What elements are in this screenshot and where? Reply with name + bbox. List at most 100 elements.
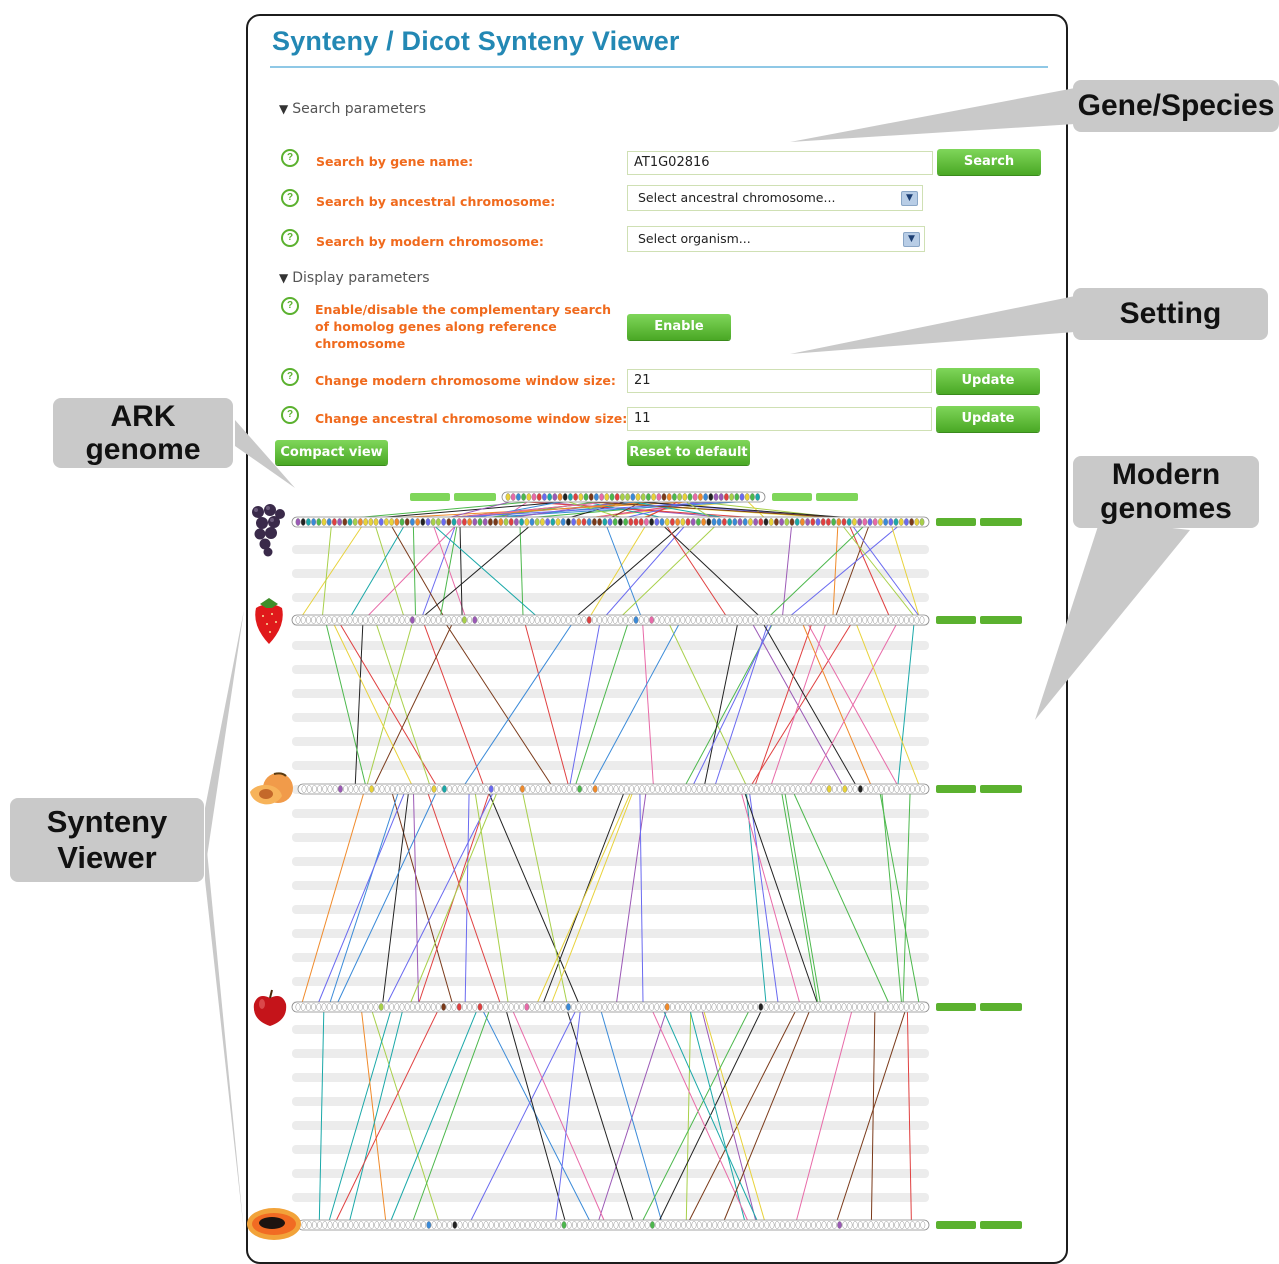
- gene-marker: [837, 1221, 842, 1229]
- synteny-link: [723, 1010, 810, 1222]
- gene-marker: [753, 518, 758, 526]
- gene-marker: [555, 518, 561, 526]
- gene-marker: [701, 616, 706, 624]
- gene-marker: [728, 1221, 733, 1229]
- gene-marker: [904, 785, 910, 793]
- gene-marker: [514, 1221, 520, 1229]
- gene-marker: [894, 785, 900, 793]
- gene-marker: [722, 518, 727, 526]
- gene-marker: [426, 1221, 432, 1229]
- gene-marker: [889, 785, 894, 793]
- gene-marker: [734, 493, 740, 501]
- gene-marker: [498, 616, 504, 624]
- gene-marker: [716, 1003, 722, 1011]
- gene-marker: [560, 1003, 566, 1011]
- faint-chromosome-row: [292, 569, 929, 578]
- gene-marker: [594, 493, 599, 501]
- gene-marker: [577, 785, 582, 793]
- gene-marker: [509, 785, 515, 793]
- gene-marker: [592, 785, 598, 793]
- gene-marker: [568, 493, 573, 501]
- gene-marker: [352, 1003, 358, 1011]
- gene-marker: [650, 1221, 655, 1229]
- gene-marker: [862, 518, 868, 526]
- gene-marker: [566, 1003, 571, 1011]
- gene-marker: [841, 616, 847, 624]
- synteny-link: [879, 792, 920, 1004]
- synteny-link: [522, 792, 568, 1004]
- gene-marker: [638, 616, 644, 624]
- gene-marker: [732, 518, 738, 526]
- gene-marker: [702, 785, 707, 793]
- gene-marker: [389, 616, 394, 624]
- gene-marker: [363, 1003, 368, 1011]
- gene-marker: [826, 518, 831, 526]
- gene-marker: [597, 1003, 602, 1011]
- gene-marker: [571, 616, 576, 624]
- gene-marker: [644, 518, 649, 526]
- gene-marker: [467, 518, 472, 526]
- gene-marker: [404, 1003, 410, 1011]
- gene-marker: [566, 785, 572, 793]
- gene-marker: [639, 785, 645, 793]
- gene-marker: [425, 1003, 431, 1011]
- gene-marker: [680, 1003, 686, 1011]
- gene-marker: [348, 1221, 354, 1229]
- gene-marker: [612, 616, 618, 624]
- synteny-link: [749, 792, 779, 1004]
- gene-marker: [300, 1003, 306, 1011]
- gene-marker: [758, 1003, 764, 1011]
- gene-marker: [560, 518, 566, 526]
- gene-marker: [456, 616, 462, 624]
- gene-marker: [326, 616, 332, 624]
- gene-marker: [692, 493, 698, 501]
- gene-marker: [510, 493, 516, 501]
- gene-marker: [659, 1003, 665, 1011]
- gene-marker: [581, 616, 587, 624]
- faint-chromosome-row: [292, 857, 929, 866]
- gene-marker: [646, 493, 651, 501]
- gene-marker: [660, 785, 666, 793]
- gene-marker: [805, 518, 810, 526]
- gene-marker: [514, 1003, 519, 1011]
- gene-marker: [487, 616, 493, 624]
- gene-marker: [343, 785, 348, 793]
- row-mini-button: [980, 1003, 1022, 1011]
- gene-marker: [295, 518, 301, 526]
- gene-marker: [737, 616, 743, 624]
- gene-marker: [602, 616, 608, 624]
- gene-marker: [363, 1221, 369, 1229]
- row-mini-button: [980, 518, 1022, 526]
- gene-marker: [509, 1221, 515, 1229]
- gene-marker: [831, 518, 836, 526]
- gene-marker: [529, 518, 535, 526]
- synteny-link: [470, 1010, 577, 1222]
- gene-marker: [347, 616, 353, 624]
- gene-marker: [436, 785, 442, 793]
- gene-marker: [389, 785, 395, 793]
- gene-marker: [461, 518, 467, 526]
- gene-marker: [369, 785, 374, 793]
- gene-marker: [789, 518, 795, 526]
- gene-marker: [722, 616, 727, 624]
- gene-marker: [389, 518, 394, 526]
- gene-marker: [456, 1003, 462, 1011]
- gene-marker: [609, 493, 615, 501]
- gene-marker: [582, 1221, 588, 1229]
- gene-marker: [666, 493, 672, 501]
- gene-marker: [529, 616, 535, 624]
- gene-marker: [405, 1221, 411, 1229]
- gene-marker: [914, 1003, 920, 1011]
- gene-marker: [769, 1221, 775, 1229]
- gene-marker: [306, 785, 312, 793]
- synteny-link: [329, 792, 399, 1004]
- gene-marker: [311, 616, 316, 624]
- gene-marker: [810, 1003, 816, 1011]
- synteny-link: [464, 792, 470, 1004]
- gene-marker: [743, 785, 749, 793]
- gene-marker: [620, 493, 625, 501]
- gene-marker: [322, 785, 328, 793]
- gene-marker: [499, 785, 504, 793]
- gene-marker: [530, 1221, 536, 1229]
- gene-marker: [628, 518, 634, 526]
